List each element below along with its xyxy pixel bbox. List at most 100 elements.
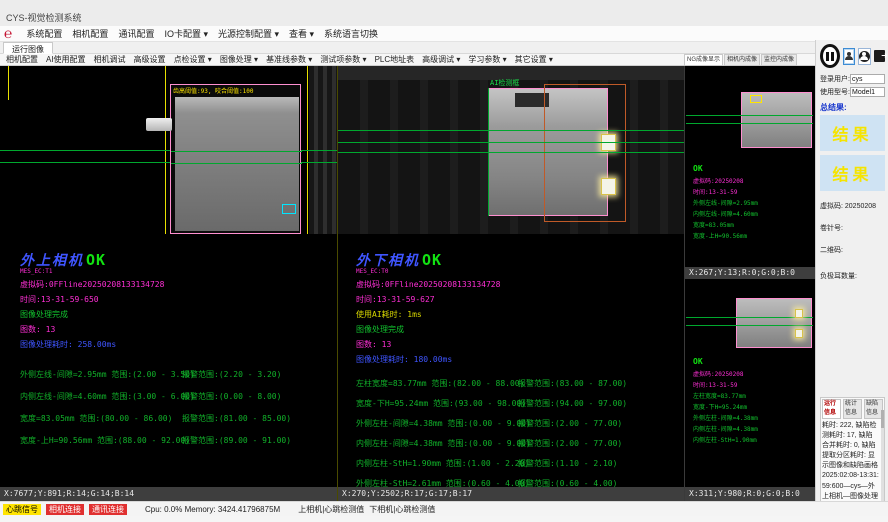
tool-advanced-debug[interactable]: 高级调试 ▾ bbox=[422, 54, 460, 65]
ng-line: 时间:13-31-59 bbox=[693, 380, 758, 391]
tool-other-settings[interactable]: 其它设置 ▾ bbox=[515, 54, 553, 65]
camera-status-badge: 相机连接 bbox=[46, 504, 84, 515]
measurement-row: 宽度-下H=95.24mm 范围:(93.00 - 98.00) 报警范围:(9… bbox=[356, 398, 672, 409]
tab-strip: 运行图像 bbox=[0, 42, 815, 54]
ng-line: 外侧左柱-间隙=4.38mm bbox=[693, 413, 758, 424]
menu-item-light-config[interactable]: 光源控制配置 ▾ bbox=[218, 27, 279, 40]
measure-value: 宽度=83.05mm 范围:(80.00 - 86.00) bbox=[20, 413, 182, 424]
left-camera-view[interactable]: 齿高阈值:93, 咬合阈值:100 外上相机OK MES_EC:T1 虚拟码:0… bbox=[0, 66, 337, 501]
measurement-row: 内侧左柱-间隙=4.38mm 范围:(0.00 - 9.00) 报警范围:(2.… bbox=[356, 438, 672, 449]
baseline-green bbox=[686, 317, 813, 318]
exit-button[interactable] bbox=[874, 48, 885, 65]
tool-advanced-settings[interactable]: 高级设置 bbox=[134, 54, 166, 65]
left-result-text: 外上相机OK MES_EC:T1 虚拟码:0FFline202502081331… bbox=[20, 250, 336, 446]
alarm-range: 报警范围:(89.00 - 91.00) bbox=[182, 435, 291, 446]
measure-line-green bbox=[171, 163, 302, 164]
measure-value: 外侧左柱-间隙=4.38mm 范围:(0.00 - 9.00) bbox=[356, 418, 518, 429]
menu-item-comm-config[interactable]: 通讯配置 bbox=[118, 27, 154, 40]
menu-bar: ℮ 系统配置 相机配置 通讯配置 IO卡配置 ▾ 光源控制配置 ▾ 查看 ▾ 系… bbox=[0, 26, 888, 42]
ng-line: 内侧左柱-StH=1.90mm bbox=[693, 435, 758, 446]
left-pixel-coords: X:7677;Y:891;R:14;G:14;B:14 bbox=[0, 487, 337, 501]
tool-plc-table[interactable]: PLC地址表 bbox=[375, 54, 415, 65]
measurement-row: 宽度=83.05mm 范围:(80.00 - 86.00) 报警范围:(81.0… bbox=[20, 413, 336, 424]
alarm-range: 报警范围:(81.00 - 85.00) bbox=[182, 413, 291, 424]
left-done-line: 图像处理完成 bbox=[20, 309, 336, 320]
tab-monitor-image[interactable]: 监控内成像 bbox=[761, 54, 797, 66]
measurement-row: 内侧左柱-StH=1.90mm 范围:(1.00 - 2.20) 报警范围:(1… bbox=[356, 458, 672, 469]
tab-run-image[interactable]: 运行图像 bbox=[3, 42, 53, 54]
measurement-row: 外侧左线-间隙=2.95mm 范围:(2.00 - 3.50) 报警范围:(2.… bbox=[20, 369, 336, 380]
ng-view-top[interactable]: OK 虚拟码:20250208 时间:13-31-59 外侧左线-间隙=2.95… bbox=[685, 66, 815, 267]
login-user-field[interactable]: cys bbox=[850, 74, 885, 84]
left-camera-name: 外上相机 bbox=[20, 253, 84, 269]
ng-line: 宽度-上H=90.56mm bbox=[693, 231, 758, 242]
info-scrollbar[interactable] bbox=[881, 410, 884, 511]
baseline-green bbox=[338, 130, 684, 131]
run-info-text: 耗时: 222, 缺陷检测耗时: 17, 缺陷合并耗时: 0, 缺陷提取分区耗时… bbox=[822, 421, 883, 512]
middle-camera-image: AI检测框 bbox=[338, 66, 684, 234]
model-field[interactable]: Model1 bbox=[850, 87, 885, 97]
ng-line: 时间:13-31-59 bbox=[693, 187, 758, 198]
tool-camera-config[interactable]: 相机配置 bbox=[6, 54, 38, 65]
menu-item-system-config[interactable]: 系统配置 bbox=[26, 27, 62, 40]
tab-camera-image[interactable]: 相机内成像 bbox=[724, 54, 760, 66]
measure-value: 外侧左线-间隙=2.95mm 范围:(2.00 - 3.50) bbox=[20, 369, 182, 380]
alarm-range: 报警范围:(2.00 - 77.00) bbox=[518, 438, 622, 449]
left-barcode-line: 虚拟码:0FFline20250208133134728 bbox=[20, 279, 336, 290]
winding-needle-label: 卷针号: bbox=[820, 223, 885, 233]
ng-line: 内侧左柱-间隙=4.38mm bbox=[693, 424, 758, 435]
ng-view-bottom[interactable]: OK 虚拟码:20250208 时间:13-31-59 左柱宽度=83.77mm… bbox=[685, 279, 815, 487]
tool-ai-config[interactable]: AI使用配置 bbox=[46, 54, 86, 65]
exit-door-icon bbox=[874, 50, 885, 62]
alarm-range: 报警范围:(2.00 - 77.00) bbox=[518, 418, 622, 429]
alarm-range: 报警范围:(83.00 - 87.00) bbox=[518, 378, 627, 389]
tab-stats-info[interactable]: 统计信息 bbox=[843, 399, 862, 419]
tab-run-info[interactable]: 运行信息 bbox=[822, 399, 841, 419]
tool-spot-check[interactable]: 点检设置 ▾ bbox=[174, 54, 212, 65]
ng-line: 外侧左线-间隙=2.95mm bbox=[693, 198, 758, 209]
measure-value: 内侧左线-间隙=4.60mm 范围:(3.00 - 6.00) bbox=[20, 391, 182, 402]
tab-ng-display[interactable]: NG成像显示 bbox=[684, 54, 723, 66]
menu-item-io-config[interactable]: IO卡配置 ▾ bbox=[164, 27, 208, 40]
baseline-green bbox=[686, 115, 813, 116]
ng-bottom-text: 虚拟码:20250208 时间:13-31-59 左柱宽度=83.77mm 宽度… bbox=[693, 369, 758, 446]
middle-camera-view[interactable]: AI检测框 外下相机OK MES_EC:T0 虚拟码:0FFline202502… bbox=[337, 66, 683, 501]
measure-value: 内侧左柱-间隙=4.38mm 范围:(0.00 - 9.00) bbox=[356, 438, 518, 449]
right-view-column: OK 虚拟码:20250208 时间:13-31-59 外侧左线-间隙=2.95… bbox=[684, 66, 815, 501]
measure-value: 宽度-上H=90.56mm 范围:(88.00 - 92.00) bbox=[20, 435, 182, 446]
middle-elapsed-line: 图像处理耗时: 180.00ms bbox=[356, 354, 672, 365]
ng-top-result: OK bbox=[693, 164, 703, 173]
profile-button[interactable] bbox=[858, 48, 871, 65]
top-camera-heartbeat: 上相机|心跳检测值 bbox=[298, 504, 364, 515]
middle-barcode-line: 虚拟码:0FFline20250208133134728 bbox=[356, 279, 672, 290]
tool-image-process[interactable]: 图像处理 ▾ bbox=[220, 54, 258, 65]
info-tabs: 运行信息 统计信息 缺陷信息 bbox=[822, 399, 883, 419]
menu-item-view[interactable]: 查看 ▾ bbox=[289, 27, 314, 40]
user-icon bbox=[844, 52, 853, 61]
tool-test-params[interactable]: 测试项参数 ▾ bbox=[320, 54, 366, 65]
measurement-row: 左柱宽度=83.77mm 范围:(82.00 - 88.00) 报警范围:(83… bbox=[356, 378, 672, 389]
alarm-range: 报警范围:(94.00 - 97.00) bbox=[518, 398, 627, 409]
user-login-button[interactable] bbox=[843, 48, 855, 65]
threshold-overlay-text: 齿高阈值:93, 咬合阈值:100 bbox=[173, 86, 254, 95]
pause-button[interactable] bbox=[820, 44, 840, 68]
tool-camera-debug[interactable]: 相机调试 bbox=[94, 54, 126, 65]
menu-item-camera-config[interactable]: 相机配置 bbox=[72, 27, 108, 40]
ng-bottom-result: OK bbox=[693, 357, 703, 366]
part-pin bbox=[146, 118, 172, 131]
measurement-row: 内侧左线-间隙=4.60mm 范围:(3.00 - 6.00) 报警范围:(0.… bbox=[20, 391, 336, 402]
window-title: CYS-视觉检测系统 bbox=[6, 11, 82, 24]
ng-top-image bbox=[741, 92, 812, 148]
baseline-green bbox=[338, 142, 684, 143]
tool-learn-params[interactable]: 学习参数 ▾ bbox=[468, 54, 506, 65]
baseline-green bbox=[686, 325, 813, 326]
roi-line-yellow bbox=[8, 66, 9, 100]
result-box-bottom: 结果 bbox=[820, 155, 885, 191]
left-camera-image: 齿高阈值:93, 咬合阈值:100 bbox=[0, 66, 337, 234]
bottom-camera-heartbeat: 下相机|心跳检测值 bbox=[369, 504, 435, 515]
negative-tab-count-label: 负极耳数量: bbox=[820, 271, 885, 281]
menu-item-language[interactable]: 系统语言切换 bbox=[324, 27, 378, 40]
status-bar: 心跳信号 相机连接 通讯连接 Cpu: 0.0% Memory: 3424.41… bbox=[0, 501, 888, 516]
app-logo-icon: ℮ bbox=[4, 28, 12, 40]
tool-baseline-params[interactable]: 基准线参数 ▾ bbox=[266, 54, 312, 65]
